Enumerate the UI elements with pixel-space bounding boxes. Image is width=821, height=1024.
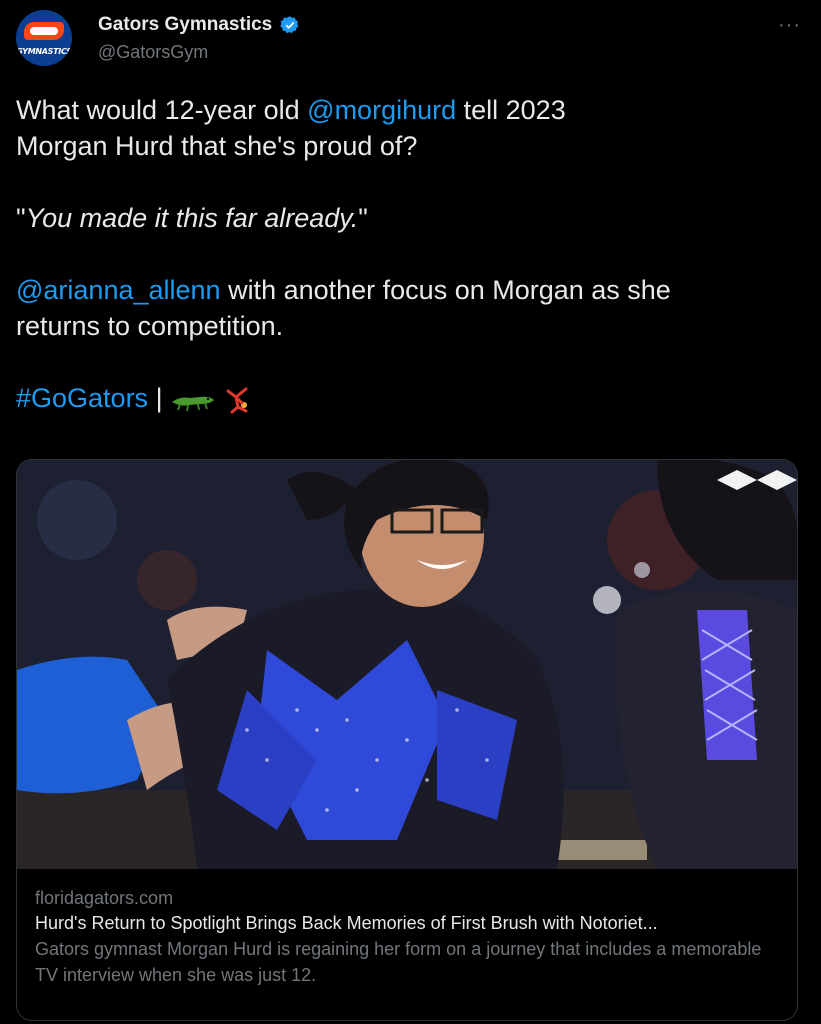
hashtag-link[interactable]: #GoGators xyxy=(16,383,148,413)
mention-link[interactable]: @arianna_allenn xyxy=(16,275,221,305)
tweet-text: What would 12-year old @morgihurd tell 2… xyxy=(16,92,806,416)
tweet-line: #GoGators | xyxy=(16,380,806,416)
cartwheel-emoji xyxy=(226,387,248,414)
tweet-line: Morgan Hurd that she's proud of? xyxy=(16,131,418,161)
card-meta: floridagators.com Hurd's Return to Spotl… xyxy=(35,886,779,988)
gymnast-photo xyxy=(17,460,797,869)
quote-mark: " xyxy=(16,203,26,233)
tweet-line: returns to competition. xyxy=(16,311,284,341)
avatar[interactable]: GYMNASTICS xyxy=(16,10,72,66)
tweet-line: @arianna_allenn with another focus on Mo… xyxy=(16,272,806,308)
text-segment: with another focus on Morgan as she xyxy=(220,275,671,305)
tweet-quote: "You made it this far already." xyxy=(16,200,806,236)
gator-logo-icon xyxy=(24,22,64,40)
text-segment: What would 12-year old xyxy=(16,95,308,125)
link-card[interactable]: floridagators.com Hurd's Return to Spotl… xyxy=(16,459,798,1021)
separator: | xyxy=(148,383,163,413)
card-domain[interactable]: floridagators.com xyxy=(35,886,779,910)
quote-text: You made it this far already. xyxy=(25,203,359,233)
tweet-line: What would 12-year old @morgihurd tell 2… xyxy=(16,92,806,128)
mention-link[interactable]: @morgihurd xyxy=(307,95,456,125)
author-names: Gators Gymnastics @GatorsGym xyxy=(98,14,300,63)
verified-badge-icon xyxy=(279,16,299,34)
tweet-header: GYMNASTICS Gators Gymnastics @GatorsGym … xyxy=(16,10,805,70)
quote-mark: " xyxy=(358,203,368,233)
alligator-emoji xyxy=(172,396,215,412)
text-segment: tell 2023 xyxy=(456,95,566,125)
more-options-icon[interactable]: ··· xyxy=(778,14,801,37)
handle[interactable]: @GatorsGym xyxy=(98,42,300,63)
card-description: Gators gymnast Morgan Hurd is regaining … xyxy=(35,939,762,985)
avatar-wordmark: GYMNASTICS xyxy=(16,47,72,56)
card-title[interactable]: Hurd's Return to Spotlight Brings Back M… xyxy=(35,910,779,936)
card-photo xyxy=(17,460,797,869)
display-name[interactable]: Gators Gymnastics xyxy=(98,14,272,36)
